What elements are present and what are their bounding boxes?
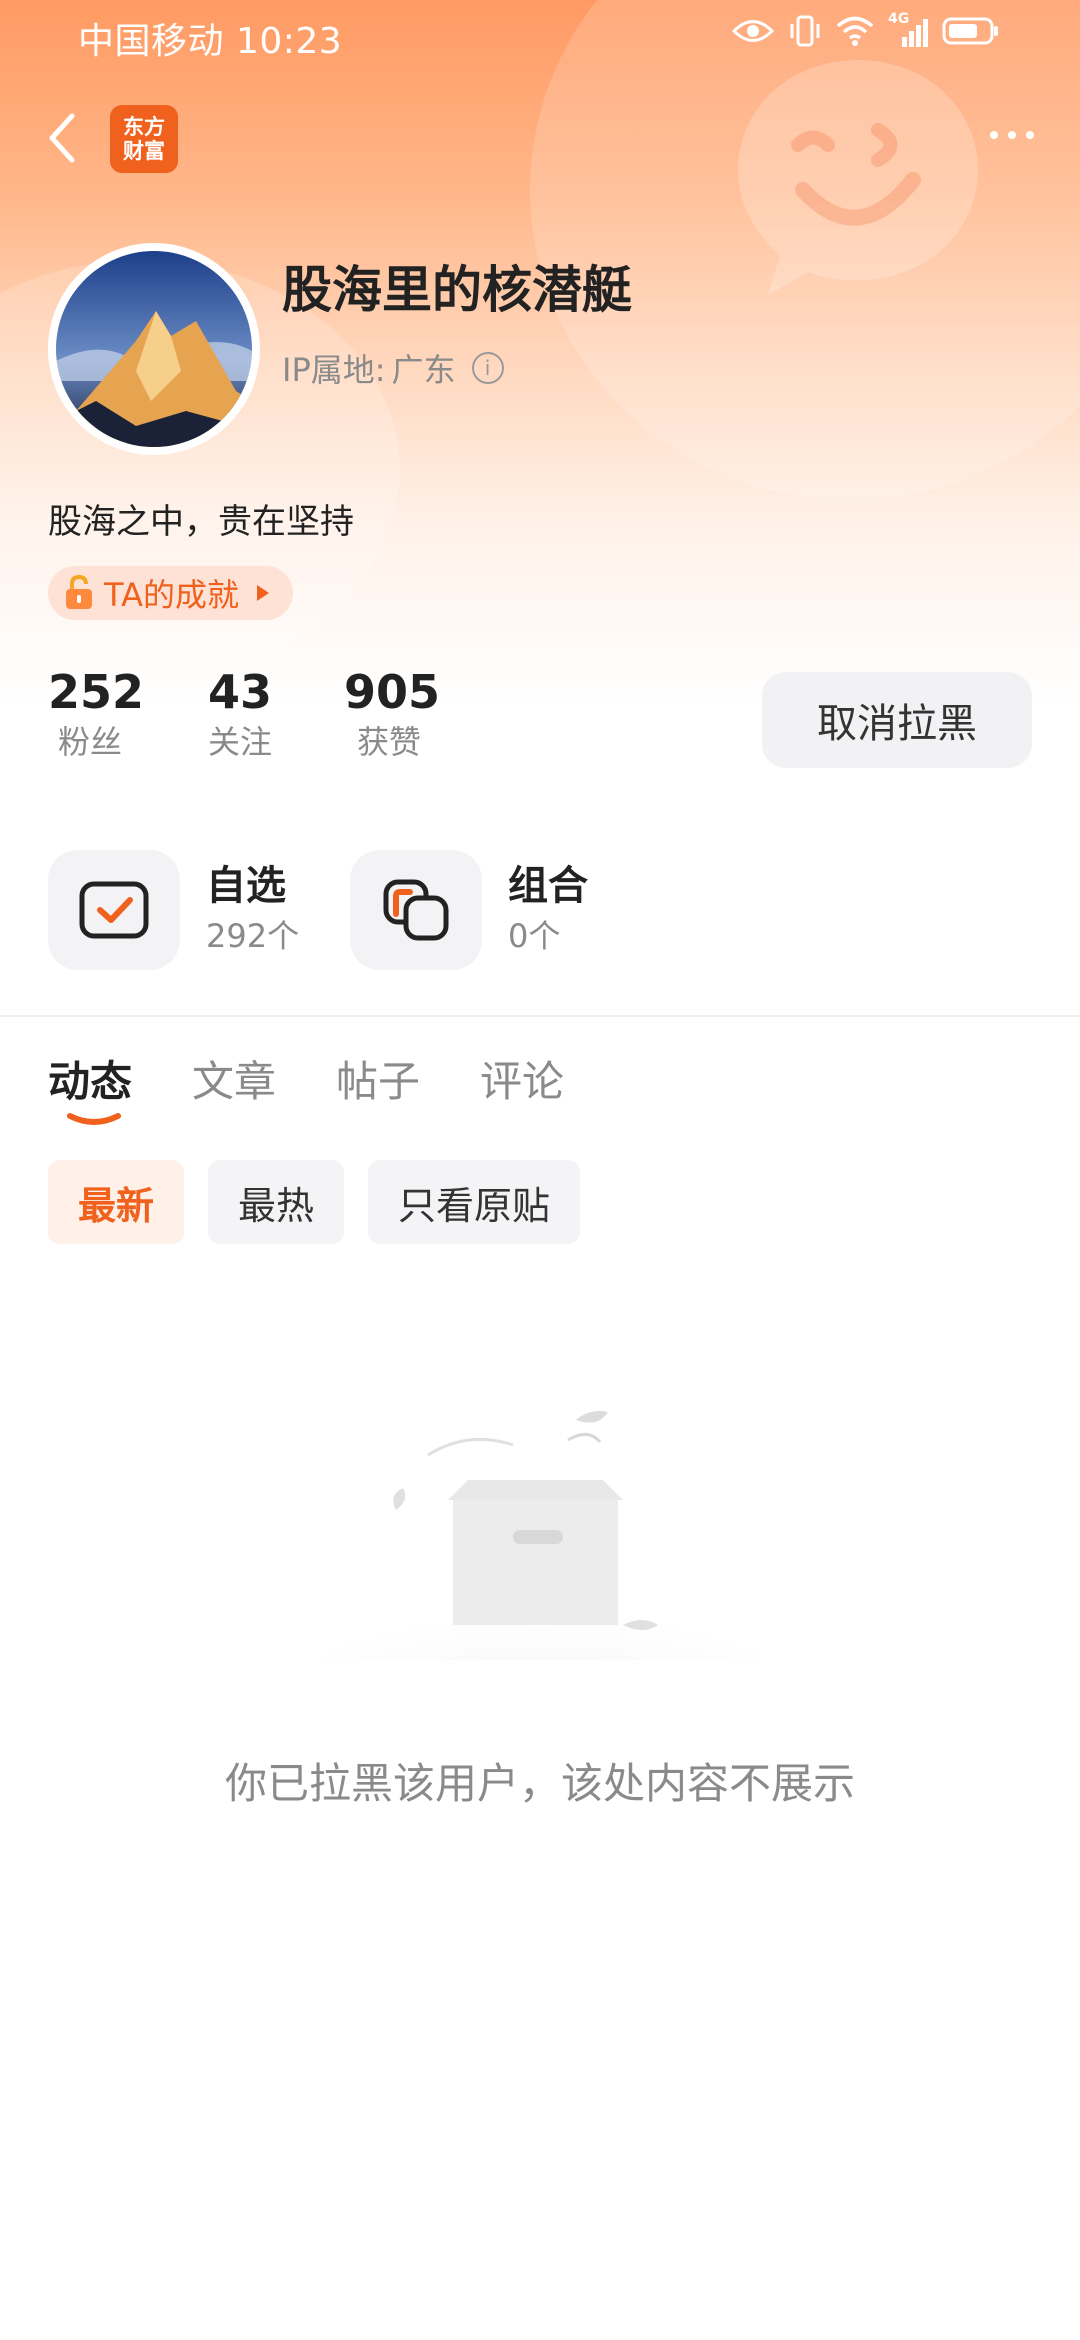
info-icon[interactable]: i	[471, 352, 504, 384]
tab-label: 评论	[480, 1057, 565, 1106]
app-logo-text-2: 财富	[123, 139, 165, 163]
divider	[0, 1015, 1080, 1017]
stat-label: 获赞	[356, 723, 421, 761]
user-bio: 股海之中，贵在坚持	[48, 502, 354, 542]
mascot-speech-bubble-icon	[738, 60, 978, 295]
watchlist-count: 292个	[206, 917, 300, 955]
layers-icon	[383, 879, 449, 941]
tab-comments[interactable]: 评论	[480, 1048, 564, 1109]
lock-icon	[66, 575, 92, 609]
content-panel: 自选 292个 组合 0个 动态 文章 帖子 评论 最新 最热 只看原贴 你已拉…	[0, 820, 1080, 2340]
watchlist-tile	[48, 850, 180, 970]
portfolio-count: 0个	[508, 917, 561, 955]
achievement-button[interactable]: TA的成就	[48, 566, 293, 620]
stat-label: 关注	[207, 723, 272, 761]
ip-label: IP属地:	[282, 351, 386, 389]
username: 股海里的核潜艇	[282, 261, 632, 319]
portfolio-tile	[350, 850, 482, 970]
filter-original-only[interactable]: 只看原贴	[368, 1160, 581, 1244]
wifi-icon	[836, 16, 874, 46]
play-arrow-icon	[256, 585, 269, 601]
content-tabs: 动态 文章 帖子 评论	[48, 1048, 624, 1125]
clock: 10:23	[235, 21, 343, 62]
ip-value: 广东	[391, 351, 456, 389]
stats-row: 252 粉丝 43 关注 905 获赞	[48, 664, 441, 764]
portfolio-entry[interactable]: 组合 0个	[350, 850, 588, 970]
carrier-label: 中国移动	[78, 21, 225, 62]
empty-box-illustration	[323, 1411, 763, 1660]
status-icons: 4G	[732, 11, 1000, 48]
battery-icon	[942, 17, 998, 45]
app-logo: 东方 财富	[110, 105, 178, 173]
stat-followers[interactable]: 252 粉丝	[48, 664, 145, 764]
filter-latest[interactable]: 最新	[48, 1160, 185, 1244]
app-logo-text-1: 东方	[123, 115, 165, 139]
unblock-button[interactable]: 取消拉黑	[762, 672, 1032, 768]
stat-following[interactable]: 43 关注	[198, 664, 282, 764]
achievement-label: TA的成就	[104, 576, 239, 614]
empty-state-message: 你已拉黑该用户，该处内容不展示	[224, 1759, 855, 1808]
stat-label: 粉丝	[57, 723, 122, 761]
network-type-label: 4G	[888, 11, 910, 27]
vibrate-icon	[790, 15, 820, 47]
status-left: 中国移动 10:23	[78, 12, 342, 64]
more-options-icon[interactable]	[980, 120, 1044, 150]
tab-posts[interactable]: 帖子	[336, 1048, 420, 1109]
signal-icon: 4G	[888, 11, 928, 47]
eye-icon	[732, 20, 774, 42]
watchlist-title: 自选	[206, 863, 286, 909]
tab-label: 帖子	[336, 1057, 421, 1106]
avatar-mountain-image	[56, 251, 252, 447]
tab-label: 文章	[192, 1057, 277, 1106]
checkbox-icon	[79, 881, 149, 939]
stat-value: 905	[344, 665, 441, 719]
ip-location: IP属地: 广东 i	[282, 345, 504, 391]
tab-activity[interactable]: 动态	[48, 1048, 133, 1125]
tab-active-indicator	[67, 1113, 121, 1125]
back-arrow-icon[interactable]	[40, 108, 90, 168]
stat-value: 43	[207, 665, 272, 719]
stat-likes[interactable]: 905 获赞	[344, 664, 441, 764]
filter-chips: 最新 最热 只看原贴	[48, 1160, 581, 1244]
tab-label: 动态	[48, 1057, 133, 1106]
tab-articles[interactable]: 文章	[192, 1048, 276, 1109]
stat-value: 252	[48, 665, 145, 719]
filter-hot[interactable]: 最热	[208, 1160, 345, 1244]
portfolio-title: 组合	[508, 863, 588, 909]
status-bar: 中国移动 10:23 4G	[0, 0, 1080, 76]
avatar[interactable]	[48, 243, 260, 455]
watchlist-entry[interactable]: 自选 292个	[48, 850, 299, 970]
